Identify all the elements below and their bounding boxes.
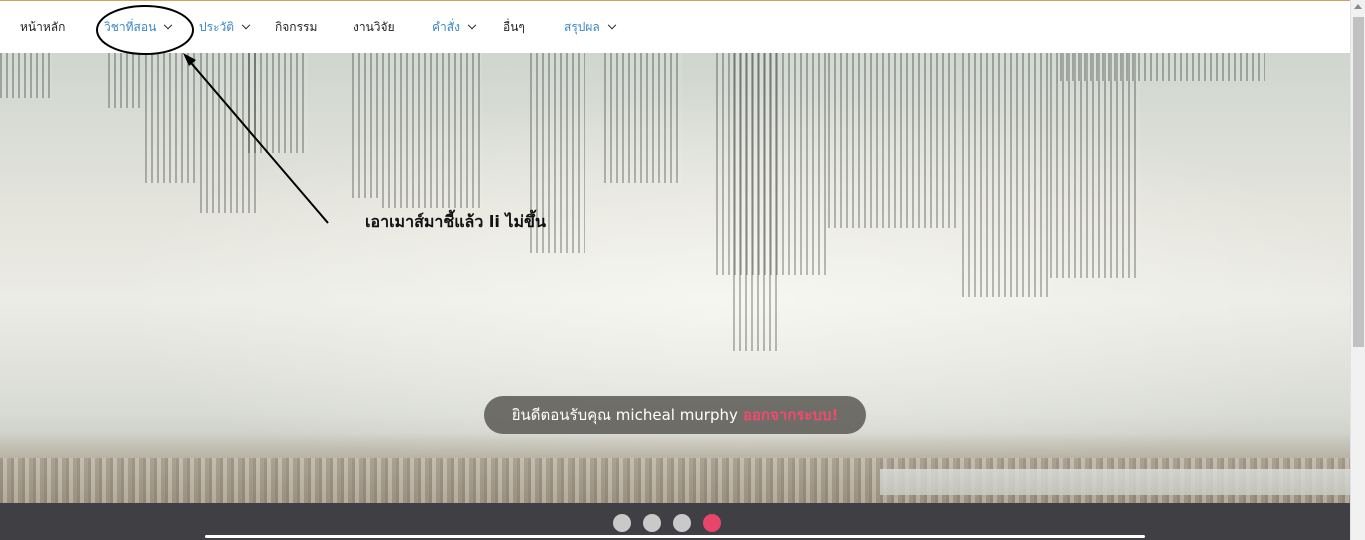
- nav-item-label: กิจกรรม: [275, 20, 318, 34]
- welcome-greeting: ยินดีตอนรับคุณ micheal murphy: [511, 406, 738, 424]
- nav-item-label: วิชาที่สอน: [104, 20, 157, 34]
- nav-item-others[interactable]: อื่นๆ: [503, 20, 525, 34]
- nav-item-label: อื่นๆ: [503, 20, 525, 34]
- building: [0, 53, 52, 98]
- nav-item-label: หน้าหลัก: [20, 20, 66, 34]
- slider-dot-2[interactable]: [643, 514, 661, 532]
- nav-item-label: ประวัติ: [199, 20, 235, 34]
- annotation-text: เอาเมาส์มาชี้แล้ว li ไม่ขึ้น: [365, 212, 546, 231]
- nav-item-profile[interactable]: ประวัติ: [199, 20, 251, 34]
- logout-link[interactable]: ออกจากระบบ!: [743, 403, 838, 427]
- building: [1060, 53, 1265, 81]
- slider-dot-4[interactable]: [703, 514, 721, 532]
- nav-item-orders[interactable]: คำสั่ง: [432, 20, 477, 34]
- building: [108, 53, 140, 108]
- top-nav: หน้าหลัก วิชาที่สอน ประวัติ กิจกรรม งานว…: [0, 1, 1350, 53]
- hero-banner: ยินดีตอนรับคุณ micheal murphy ออกจากระบบ…: [0, 53, 1350, 503]
- scrollbar-thumb[interactable]: [1353, 17, 1364, 347]
- chevron-down-icon: [164, 20, 173, 29]
- slider-dot-1[interactable]: [613, 514, 631, 532]
- nav-item-label: งานวิจัย: [353, 20, 395, 34]
- scroll-up-arrow-icon[interactable]: [1354, 4, 1362, 9]
- chevron-down-icon: [241, 20, 251, 29]
- welcome-message: ยินดีตอนรับคุณ micheal murphy ออกจากระบบ…: [484, 396, 866, 434]
- slider-dots: [613, 514, 721, 532]
- nav-item-home[interactable]: หน้าหลัก: [20, 20, 65, 34]
- page: ยินดีตอนรับคุณ micheal murphy ออกจากระบบ…: [0, 0, 1365, 540]
- nav-item-label: คำสั่ง: [432, 20, 460, 34]
- nav-item-summary[interactable]: สรุปผล: [564, 20, 617, 34]
- building: [962, 53, 1052, 297]
- building: [733, 53, 778, 351]
- slider-dot-3[interactable]: [673, 514, 691, 532]
- content-divider: [205, 535, 1145, 538]
- building: [604, 53, 682, 183]
- building: [382, 53, 482, 208]
- river: [880, 469, 1350, 495]
- chevron-down-icon: [607, 20, 617, 29]
- building: [352, 53, 382, 198]
- nav-item-activities[interactable]: กิจกรรม: [275, 20, 317, 34]
- building: [828, 53, 956, 228]
- nav-item-label: สรุปผล: [564, 20, 600, 34]
- building: [248, 53, 308, 153]
- chevron-down-icon: [467, 20, 477, 29]
- building: [145, 53, 195, 183]
- nav-item-courses[interactable]: วิชาที่สอน: [104, 20, 173, 34]
- scrollbar[interactable]: [1350, 0, 1365, 540]
- nav-item-research[interactable]: งานวิจัย: [353, 20, 395, 34]
- building: [1050, 53, 1140, 278]
